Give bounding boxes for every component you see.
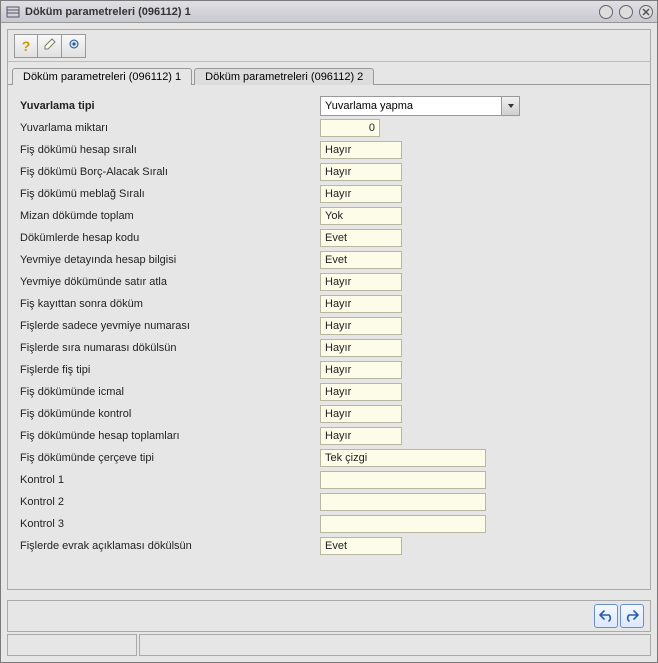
field-value[interactable]: Evet xyxy=(320,229,402,247)
toolbar: ? xyxy=(8,30,650,62)
form-row: Mizan dökümde toplamYok xyxy=(20,205,638,227)
form-row: Fiş dökümü hesap sıralıHayır xyxy=(20,139,638,161)
form-row: Fiş dökümü Borç-Alacak SıralıHayır xyxy=(20,161,638,183)
form-row: Fişlerde sadece yevmiye numarasıHayır xyxy=(20,315,638,337)
field-label: Dökümlerde hesap kodu xyxy=(20,232,320,244)
field-value[interactable]: Hayır xyxy=(320,317,402,335)
tab-2[interactable]: Döküm parametreleri (096112) 2 xyxy=(194,68,374,85)
field-label: Yuvarlama miktarı xyxy=(20,122,320,134)
edit-button[interactable] xyxy=(38,34,62,58)
gear-icon xyxy=(67,37,81,54)
pencil-icon xyxy=(43,37,57,54)
form-row: Dökümlerde hesap koduEvet xyxy=(20,227,638,249)
tabbar: Döküm parametreleri (096112) 1 Döküm par… xyxy=(8,62,650,84)
field-label: Fişlerde evrak açıklaması dökülsün xyxy=(20,540,320,552)
label-yuvarlama-tipi: Yuvarlama tipi xyxy=(20,100,320,112)
field-value[interactable]: Hayır xyxy=(320,383,402,401)
close-button[interactable] xyxy=(639,5,653,19)
field-value[interactable]: 0 xyxy=(320,119,380,137)
window-title: Döküm parametreleri (096112) 1 xyxy=(25,6,599,18)
field-label: Kontrol 3 xyxy=(20,518,320,530)
field-value[interactable]: Hayır xyxy=(320,339,402,357)
field-value[interactable]: Evet xyxy=(320,537,402,555)
form-row: Yevmiye detayında hesap bilgisiEvet xyxy=(20,249,638,271)
help-icon: ? xyxy=(22,38,31,54)
maximize-button[interactable] xyxy=(619,5,633,19)
minimize-button[interactable] xyxy=(599,5,613,19)
form-row: Fiş dökümünde icmalHayır xyxy=(20,381,638,403)
field-value[interactable]: Tek çizgi xyxy=(320,449,486,467)
row-yuvarlama-tipi: Yuvarlama tipi Yuvarlama yapma xyxy=(20,95,638,117)
help-button[interactable]: ? xyxy=(14,34,38,58)
field-value[interactable]: Hayır xyxy=(320,273,402,291)
field-label: Fiş dökümü meblağ Sıralı xyxy=(20,188,320,200)
field-label: Fiş dökümü hesap sıralı xyxy=(20,144,320,156)
form-row: Kontrol 1 xyxy=(20,469,638,491)
form-row: Fiş dökümü meblağ SıralıHayır xyxy=(20,183,638,205)
form-row: Fiş dökümünde çerçeve tipiTek çizgi xyxy=(20,447,638,469)
tab-1[interactable]: Döküm parametreleri (096112) 1 xyxy=(12,68,192,85)
status-cell-2 xyxy=(139,634,651,656)
field-label: Fişlerde sadece yevmiye numarası xyxy=(20,320,320,332)
field-label: Fişlerde sıra numarası dökülsün xyxy=(20,342,320,354)
form-row: Fiş dökümünde hesap toplamlarıHayır xyxy=(20,425,638,447)
form-row: Fişlerde fiş tipiHayır xyxy=(20,359,638,381)
settings-button[interactable] xyxy=(62,34,86,58)
field-value[interactable]: Yok xyxy=(320,207,402,225)
field-value[interactable]: Hayır xyxy=(320,163,402,181)
titlebar[interactable]: Döküm parametreleri (096112) 1 xyxy=(1,1,657,23)
field-label: Kontrol 2 xyxy=(20,496,320,508)
statusbar xyxy=(7,634,651,656)
field-label: Fiş dökümünde icmal xyxy=(20,386,320,398)
form-panel: Yuvarlama tipi Yuvarlama yapma Yuvarlama… xyxy=(8,84,650,589)
form-row: Fiş kayıttan sonra dökümHayır xyxy=(20,293,638,315)
app-icon xyxy=(5,4,21,20)
undo-button[interactable] xyxy=(594,604,618,628)
field-label: Fişlerde fiş tipi xyxy=(20,364,320,376)
window: Döküm parametreleri (096112) 1 ? xyxy=(0,0,658,663)
undo-icon xyxy=(598,608,614,625)
field-value[interactable]: Evet xyxy=(320,251,402,269)
form-row: Kontrol 2 xyxy=(20,491,638,513)
action-bar xyxy=(7,600,651,632)
field-value[interactable]: Hayır xyxy=(320,427,402,445)
field-label: Mizan dökümde toplam xyxy=(20,210,320,222)
window-controls xyxy=(599,5,653,19)
field-label: Fiş dökümünde hesap toplamları xyxy=(20,430,320,442)
form-row: Yuvarlama miktarı0 xyxy=(20,117,638,139)
form-row: Fişlerde sıra numarası dökülsünHayır xyxy=(20,337,638,359)
field-label: Fiş dökümünde kontrol xyxy=(20,408,320,420)
field-value[interactable]: Hayır xyxy=(320,141,402,159)
footer-area xyxy=(1,596,657,662)
field-value[interactable] xyxy=(320,515,486,533)
redo-button[interactable] xyxy=(620,604,644,628)
field-label: Fiş kayıttan sonra döküm xyxy=(20,298,320,310)
field-value[interactable]: Hayır xyxy=(320,405,402,423)
status-cell-1 xyxy=(7,634,137,656)
field-value[interactable]: Hayır xyxy=(320,185,402,203)
select-yuvarlama-tipi[interactable]: Yuvarlama yapma xyxy=(320,96,520,116)
field-label: Yevmiye detayında hesap bilgisi xyxy=(20,254,320,266)
form-row: Kontrol 3 xyxy=(20,513,638,535)
field-label: Fiş dökümünde çerçeve tipi xyxy=(20,452,320,464)
form-row: Fiş dökümünde kontrolHayır xyxy=(20,403,638,425)
content-wrap: ? Döküm parametreleri (096112) 1 Döküm p… xyxy=(1,23,657,596)
field-label: Fiş dökümü Borç-Alacak Sıralı xyxy=(20,166,320,178)
form-row: Yevmiye dökümünde satır atlaHayır xyxy=(20,271,638,293)
chevron-down-icon xyxy=(501,97,519,115)
redo-icon xyxy=(624,608,640,625)
select-value: Yuvarlama yapma xyxy=(321,100,501,112)
inner-frame: ? Döküm parametreleri (096112) 1 Döküm p… xyxy=(7,29,651,590)
field-value[interactable] xyxy=(320,493,486,511)
form-row: Fişlerde evrak açıklaması dökülsünEvet xyxy=(20,535,638,557)
field-value[interactable]: Hayır xyxy=(320,295,402,313)
field-label: Kontrol 1 xyxy=(20,474,320,486)
field-value[interactable]: Hayır xyxy=(320,361,402,379)
field-value[interactable] xyxy=(320,471,486,489)
field-label: Yevmiye dökümünde satır atla xyxy=(20,276,320,288)
